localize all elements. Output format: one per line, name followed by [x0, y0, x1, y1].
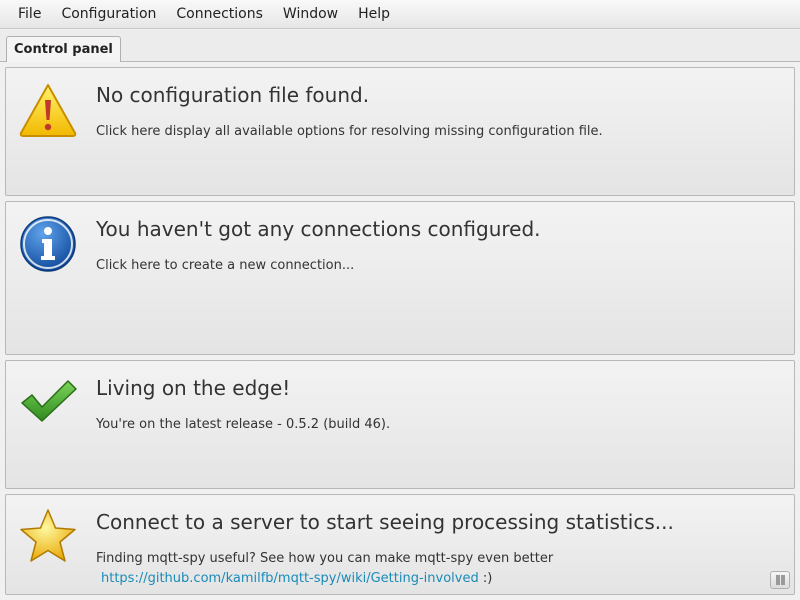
panel-description[interactable]: Click here to create a new connection...: [96, 258, 354, 273]
warning-icon: [19, 84, 77, 137]
panel-description[interactable]: Click here display all available options…: [96, 124, 603, 139]
panel-title: Living on the edge!: [96, 376, 291, 400]
tab-strip: Control panel: [0, 30, 800, 62]
panel-description: Finding mqtt-spy useful? See how you can…: [96, 551, 554, 566]
pause-button[interactable]: [770, 571, 790, 589]
menu-bar: File Configuration Connections Window He…: [0, 0, 800, 29]
menu-connections[interactable]: Connections: [166, 0, 273, 29]
menu-file[interactable]: File: [0, 0, 51, 29]
link-suffix: :): [478, 571, 493, 586]
panel-title: Connect to a server to start seeing proc…: [96, 510, 674, 534]
menu-help[interactable]: Help: [348, 0, 400, 29]
tab-control-panel[interactable]: Control panel: [6, 36, 121, 62]
star-icon: [20, 509, 76, 562]
version-panel[interactable]: Living on the edge! You're on the latest…: [5, 360, 795, 489]
getting-involved-link[interactable]: https://github.com/kamilfb/mqtt-spy/wiki…: [101, 571, 479, 586]
pause-icon: [776, 575, 780, 585]
connections-panel[interactable]: You haven't got any connections configur…: [5, 201, 795, 355]
statistics-panel[interactable]: Connect to a server to start seeing proc…: [5, 494, 795, 595]
menu-window[interactable]: Window: [273, 0, 348, 29]
checkmark-icon: [21, 380, 77, 422]
info-icon: [20, 216, 76, 272]
config-panel[interactable]: No configuration file found. Click here …: [5, 67, 795, 196]
menu-configuration[interactable]: Configuration: [51, 0, 166, 29]
link-line: https://github.com/kamilfb/mqtt-spy/wiki…: [101, 571, 492, 586]
panel-description: You're on the latest release - 0.5.2 (bu…: [96, 417, 391, 432]
panel-title: No configuration file found.: [96, 83, 370, 107]
panel-title: You haven't got any connections configur…: [96, 217, 541, 241]
